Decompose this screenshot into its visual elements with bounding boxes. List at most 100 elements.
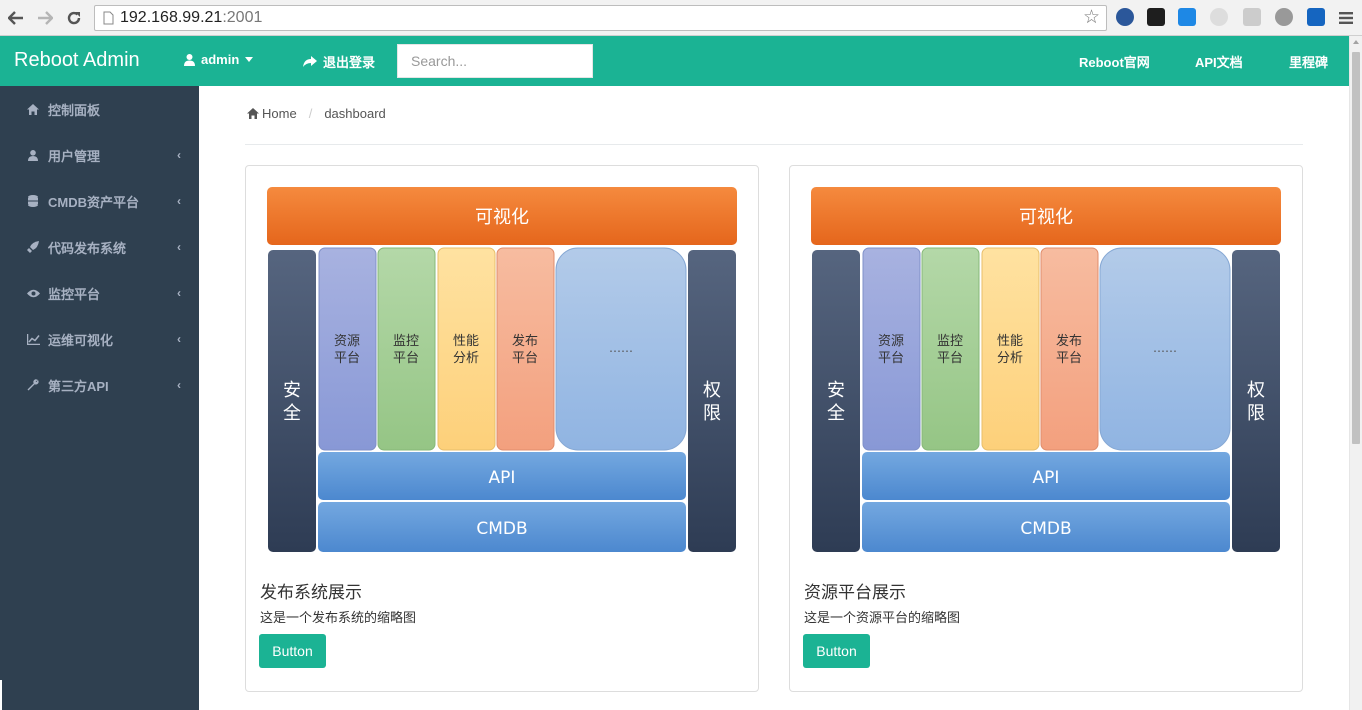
user-icon	[184, 53, 195, 66]
sidebar-item-users[interactable]: 用户管理 ‹	[0, 132, 199, 178]
address-bar[interactable]: 192.168.99.21:2001 ☆	[94, 5, 1107, 31]
extension-tampermonkey-icon[interactable]	[1147, 8, 1165, 26]
security-pillar	[812, 250, 860, 552]
sidebar: 控制面板 用户管理 ‹ CMDB资产平台 ‹ 代码发布系统 ‹ 监控平台 ‹ 运…	[0, 86, 199, 710]
permission-label-1: 权	[1247, 380, 1265, 401]
sidebar-item-cmdb[interactable]: CMDB资产平台 ‹	[0, 178, 199, 224]
card-description: 这是一个发布系统的缩略图	[260, 610, 417, 625]
extension-globe-icon[interactable]	[1116, 8, 1134, 26]
breadcrumb-separator: /	[308, 106, 313, 121]
module-release-label-1: 发布	[1056, 333, 1082, 349]
module-monitor	[921, 247, 980, 451]
visualization-label: 可视化	[1019, 207, 1073, 228]
browser-menu-icon[interactable]	[1335, 7, 1357, 29]
module-resource	[862, 247, 921, 451]
nav-link-api-docs[interactable]: API文档	[1195, 52, 1243, 71]
sidebar-item-deploy[interactable]: 代码发布系统 ‹	[0, 224, 199, 270]
chevron-left-icon: ‹	[177, 240, 181, 254]
sidebar-corner	[0, 680, 2, 710]
extension-feather-icon[interactable]	[1210, 8, 1228, 26]
module-release-label-1: 发布	[512, 333, 538, 349]
sidebar-item-label: 控制面板	[48, 102, 101, 118]
chevron-left-icon: ‹	[177, 332, 181, 346]
breadcrumb-home[interactable]: Home	[262, 106, 297, 121]
chevron-left-icon: ‹	[177, 286, 181, 300]
extension-bookmark-icon[interactable]	[1178, 8, 1196, 26]
sidebar-item-label: CMDB资产平台	[48, 194, 139, 210]
module-performance-label-2: 分析	[997, 351, 1023, 366]
caret-down-icon	[245, 57, 254, 62]
module-release	[1040, 247, 1099, 451]
wrench-icon	[26, 379, 40, 391]
chart-icon	[26, 333, 40, 345]
security-pillar	[268, 250, 316, 552]
permission-label-1: 权	[703, 380, 721, 401]
logout-label: 退出登录	[323, 55, 376, 70]
module-resource-label-1: 资源	[334, 334, 360, 349]
eye-icon	[26, 289, 40, 298]
module-monitor-label-2: 平台	[393, 351, 419, 366]
page-icon	[103, 11, 114, 30]
sidebar-item-visualization[interactable]: 运维可视化 ‹	[0, 316, 199, 362]
card-button[interactable]: Button	[803, 634, 870, 668]
module-release	[496, 247, 555, 451]
chevron-left-icon: ‹	[177, 378, 181, 392]
forward-arrow-icon[interactable]	[34, 7, 56, 29]
module-monitor-label-1: 监控	[937, 334, 963, 349]
module-performance-label-1: 性能	[453, 334, 479, 349]
brand-logo[interactable]: Reboot Admin	[14, 49, 140, 72]
logout-link[interactable]: 退出登录	[303, 52, 375, 71]
user-dropdown[interactable]: admin	[184, 52, 254, 67]
browser-toolbar: 192.168.99.21:2001 ☆	[0, 0, 1362, 36]
rocket-icon	[26, 241, 40, 253]
header-divider	[245, 144, 1303, 145]
module-monitor-label-1: 监控	[393, 334, 419, 349]
sidebar-item-dashboard[interactable]: 控制面板	[0, 86, 199, 132]
card-title: 发布系统展示	[260, 583, 362, 602]
user-icon	[26, 149, 40, 161]
thumbnail-card-resource: 可视化 安 全 权 限 资源 平台 监控 平台 性能 分析 发布 平台 …… A…	[789, 165, 1303, 692]
permission-pillar	[1232, 250, 1280, 552]
security-label-1: 安	[283, 380, 301, 401]
thumbnail-card-release: 可视化 安 全 权 限 资源 平台 监控 平台 性能 分析 发布 平台 …… A…	[245, 165, 759, 692]
security-label-2: 全	[827, 403, 845, 424]
card-button[interactable]: Button	[259, 634, 326, 668]
sidebar-item-label: 用户管理	[48, 148, 101, 164]
scroll-thumb[interactable]	[1352, 52, 1360, 444]
permission-label-2: 限	[1247, 403, 1265, 424]
module-performance-label-2: 分析	[453, 351, 479, 366]
url-text: 192.168.99.21:2001	[120, 9, 263, 26]
module-more-label: ……	[1153, 341, 1177, 355]
sidebar-item-third-party-api[interactable]: 第三方API ‹	[0, 362, 199, 408]
module-resource-label-1: 资源	[878, 334, 904, 349]
sidebar-item-label: 运维可视化	[48, 332, 114, 348]
sidebar-item-monitor[interactable]: 监控平台 ‹	[0, 270, 199, 316]
module-performance-label-1: 性能	[997, 334, 1023, 349]
bookmark-star-icon[interactable]: ☆	[1083, 8, 1100, 28]
nav-link-milestone[interactable]: 里程碑	[1289, 52, 1328, 71]
card-title: 资源平台展示	[804, 583, 906, 602]
card-description: 这是一个资源平台的缩略图	[804, 610, 961, 625]
cmdb-label: CMDB	[1020, 519, 1071, 539]
page-scrollbar[interactable]	[1349, 36, 1362, 710]
diagram-slot: 可视化 安 全 权 限 资源 平台 监控 平台 性能 分析 发布 平台 …… A…	[266, 186, 738, 559]
chevron-left-icon: ‹	[177, 148, 181, 162]
architecture-diagram: 可视化 安 全 权 限 资源 平台 监控 平台 性能 分析 发布 平台 …… A…	[267, 187, 737, 552]
scroll-up-arrow-icon[interactable]	[1353, 40, 1359, 44]
extension-circle-icon[interactable]	[1275, 8, 1293, 26]
security-label-2: 全	[283, 403, 301, 424]
extension-puzzle-icon[interactable]	[1243, 8, 1261, 26]
database-icon	[26, 195, 40, 207]
back-arrow-icon[interactable]	[5, 7, 27, 29]
chevron-left-icon: ‹	[177, 194, 181, 208]
diagram-slot: 可视化 安 全 权 限 资源 平台 监控 平台 性能 分析 发布 平台 …… A…	[810, 186, 1282, 559]
api-label: API	[1033, 468, 1060, 488]
nav-link-reboot[interactable]: Reboot官网	[1079, 52, 1150, 71]
sidebar-item-label: 监控平台	[48, 286, 101, 302]
api-label: API	[489, 468, 516, 488]
user-name: admin	[201, 52, 240, 67]
extension-w-icon[interactable]	[1307, 8, 1325, 26]
reload-icon[interactable]	[63, 7, 85, 29]
visualization-label: 可视化	[475, 207, 529, 228]
search-input[interactable]	[397, 44, 593, 78]
